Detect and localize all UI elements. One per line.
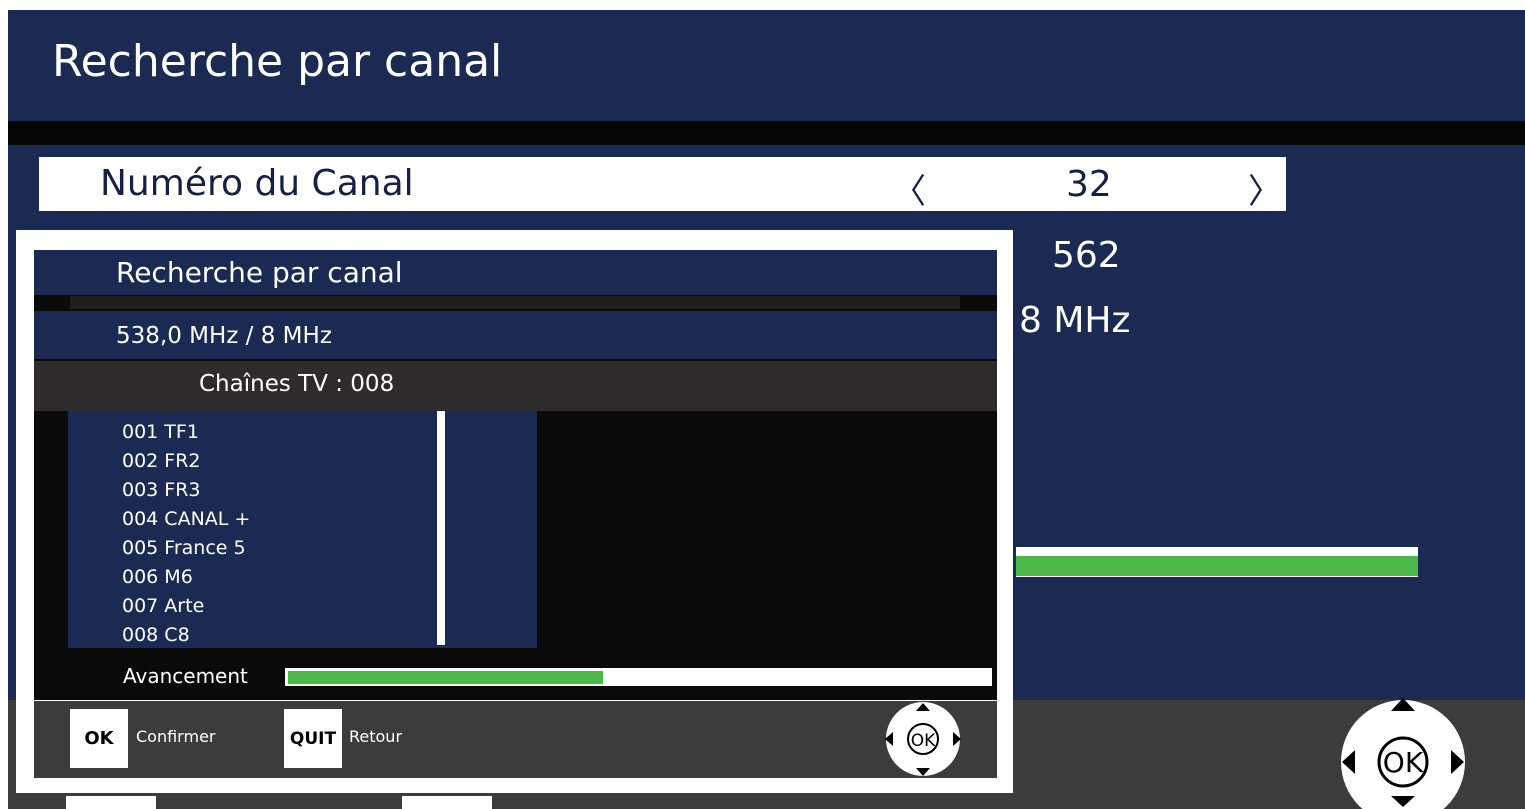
confirm-label: Confirmer xyxy=(136,727,216,746)
list-item[interactable]: 005 France 5 xyxy=(122,534,250,563)
back-label: Retour xyxy=(349,727,403,746)
channel-count-bar xyxy=(34,361,997,411)
svg-text:OK: OK xyxy=(911,731,936,751)
svg-text:OK: OK xyxy=(1383,746,1424,779)
signal-bar-fill xyxy=(1016,556,1418,576)
list-item[interactable]: 004 CANAL + xyxy=(122,505,250,534)
dpad-ok-icon[interactable]: OK xyxy=(883,701,963,778)
chevron-left-icon[interactable]: 〈 xyxy=(892,164,926,213)
scan-frequency: 538,0 MHz / 8 MHz xyxy=(116,323,332,349)
channel-list[interactable]: 001 TF1 002 FR2 003 FR3 004 CANAL + 005 … xyxy=(122,418,250,650)
dialog-title: Recherche par canal xyxy=(116,256,403,289)
channel-list-scrollbar[interactable] xyxy=(437,411,445,645)
list-item[interactable]: 008 C8 xyxy=(122,621,250,650)
list-item[interactable]: 001 TF1 xyxy=(122,418,250,447)
dpad-ok-icon[interactable]: OK xyxy=(1340,696,1466,809)
tv-channel-count: Chaînes TV : 008 xyxy=(199,371,395,397)
channel-number-value[interactable]: 32 xyxy=(1066,164,1112,205)
list-item[interactable]: 007 Arte xyxy=(122,592,250,621)
list-item[interactable]: 002 FR2 xyxy=(122,447,250,476)
progress-label: Avancement xyxy=(123,664,248,688)
footer-key-stub xyxy=(66,796,156,809)
separator-band xyxy=(8,121,1525,145)
quit-button[interactable]: QUIT xyxy=(284,709,342,768)
chevron-right-icon[interactable]: 〉 xyxy=(1248,164,1282,213)
channel-number-label: Numéro du Canal xyxy=(100,163,414,204)
frequency-value: 562 xyxy=(1052,235,1121,276)
dialog-divider xyxy=(70,296,960,309)
progress-fill xyxy=(288,671,603,684)
ok-button[interactable]: OK xyxy=(70,709,128,768)
list-item[interactable]: 003 FR3 xyxy=(122,476,250,505)
page-title: Recherche par canal xyxy=(52,36,503,87)
bandwidth-value: 8 MHz xyxy=(1019,300,1131,341)
footer-key-stub xyxy=(402,796,492,809)
list-item[interactable]: 006 M6 xyxy=(122,563,250,592)
